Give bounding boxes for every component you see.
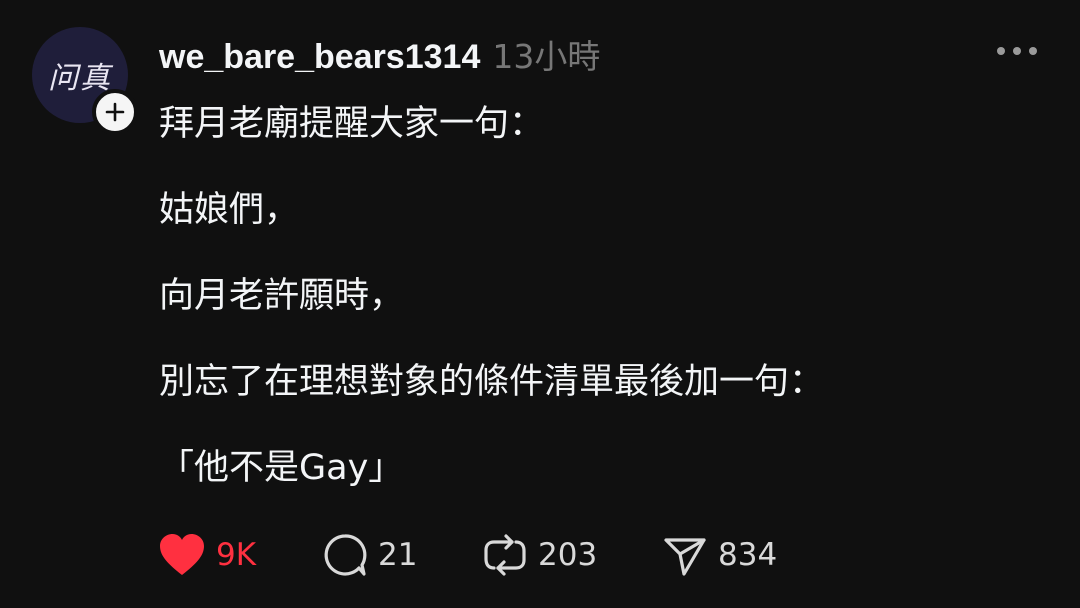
post-time: 13小時 bbox=[492, 37, 601, 76]
plus-icon bbox=[105, 102, 125, 122]
post-line: 拜月老廟提醒大家一句： bbox=[159, 104, 545, 144]
avatar-container[interactable]: 问真 bbox=[32, 27, 138, 135]
post-header: we_bare_bears1314 13小時 bbox=[159, 30, 600, 78]
follow-button[interactable] bbox=[92, 89, 138, 135]
post-content: 拜月老廟提醒大家一句： 姑娘們， 向月老許願時， 別忘了在理想對象的條件清單最後… bbox=[159, 102, 1039, 532]
repost-count: 203 bbox=[538, 537, 598, 573]
comment-icon bbox=[324, 534, 367, 576]
heart-icon bbox=[160, 534, 204, 575]
post-line: 向月老許願時， bbox=[159, 276, 405, 316]
post-line: 「他不是Gay」 bbox=[159, 448, 404, 488]
reply-button[interactable]: 21 bbox=[322, 530, 482, 580]
repost-icon bbox=[484, 534, 526, 576]
action-bar: 9K 21 203 834 bbox=[158, 530, 777, 580]
like-count: 9K bbox=[216, 537, 257, 573]
more-options-button[interactable] bbox=[992, 36, 1042, 66]
like-button[interactable]: 9K bbox=[158, 530, 322, 580]
avatar-text: 问真 bbox=[48, 61, 112, 96]
share-button[interactable]: 834 bbox=[662, 530, 777, 580]
username[interactable]: we_bare_bears1314 bbox=[159, 38, 480, 77]
post-line: 姑娘們， bbox=[159, 190, 300, 230]
post-line: 別忘了在理想對象的條件清單最後加一句： bbox=[159, 362, 825, 402]
repost-button[interactable]: 203 bbox=[482, 530, 662, 580]
more-icon bbox=[997, 47, 1037, 55]
reply-count: 21 bbox=[378, 537, 418, 573]
share-icon bbox=[664, 538, 706, 576]
share-count: 834 bbox=[718, 537, 778, 573]
